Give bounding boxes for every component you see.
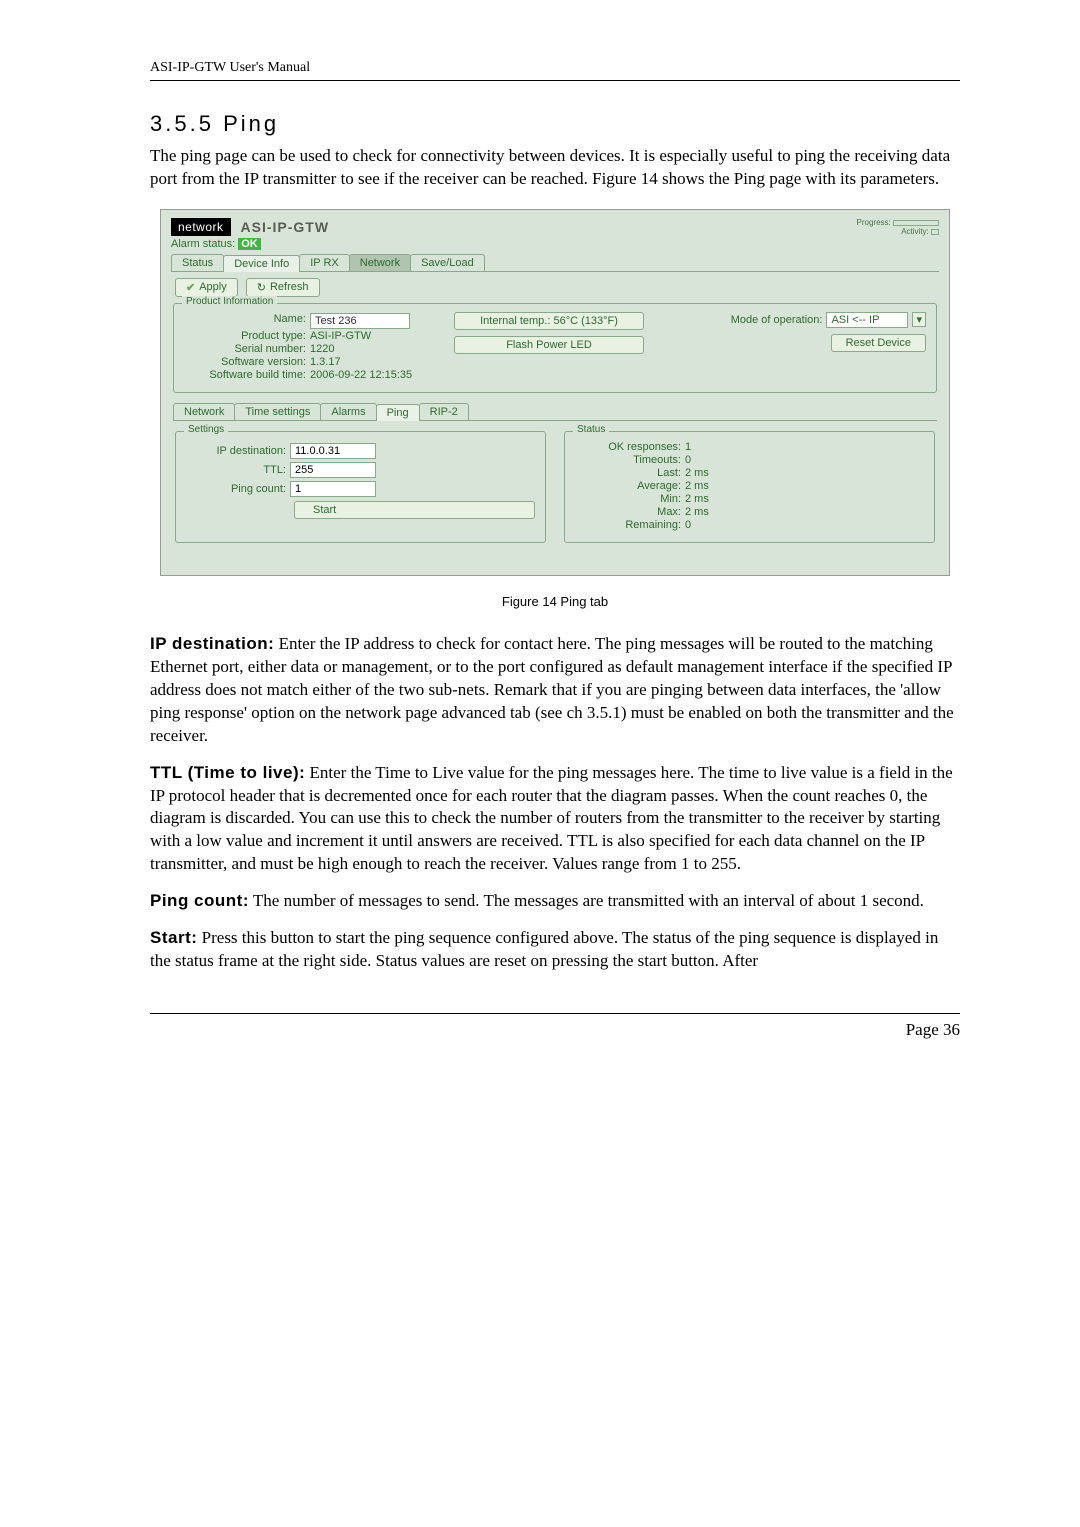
ok-responses-value: 1	[685, 441, 691, 453]
alarm-status: Alarm status: OK	[171, 238, 939, 250]
min-value: 2 ms	[685, 493, 709, 505]
avg-value: 2 ms	[685, 480, 709, 492]
doc-title: ASI-IP-GTW User's Manual	[150, 60, 310, 75]
product-info-fieldset: Product Information Name: Product type:A…	[173, 303, 937, 393]
flash-led-button[interactable]: Flash Power LED	[454, 336, 644, 354]
settings-fieldset: Settings IP destination: TTL: Ping count…	[175, 431, 546, 543]
status-fieldset: Status OK responses:1 Timeouts:0 Last:2 …	[564, 431, 935, 543]
max-value: 2 ms	[685, 506, 709, 518]
settings-legend: Settings	[184, 424, 228, 435]
activity-indicator	[931, 229, 939, 235]
timeouts-value: 0	[685, 454, 691, 466]
progress-activity: Progress: Activity:	[857, 218, 939, 236]
tab-ping[interactable]: Ping	[376, 404, 420, 421]
model-title: ASI-IP-GTW	[241, 219, 330, 235]
start-button[interactable]: Start	[294, 501, 535, 519]
mode-select[interactable]: ASI <-- IP	[826, 312, 908, 328]
ttl-input[interactable]	[290, 462, 376, 478]
reset-device-button[interactable]: Reset Device	[831, 334, 926, 352]
tab-alarms[interactable]: Alarms	[320, 403, 376, 420]
tab-saveload[interactable]: Save/Load	[410, 254, 485, 271]
serial-value: 1220	[310, 343, 334, 355]
apply-button[interactable]: ✔ Apply	[175, 278, 238, 297]
refresh-button[interactable]: ↻ Refresh	[246, 278, 320, 297]
product-type-value: ASI-IP-GTW	[310, 330, 371, 342]
tab-network[interactable]: Network	[349, 254, 411, 271]
last-value: 2 ms	[685, 467, 709, 479]
tab-device-info[interactable]: Device Info	[223, 255, 300, 272]
product-info-legend: Product Information	[182, 296, 277, 307]
section-heading: 3.5.5 Ping	[150, 111, 960, 137]
progress-bar	[893, 220, 939, 226]
internal-temp-button[interactable]: Internal temp.: 56°C (133°F)	[454, 312, 644, 330]
logo: network	[171, 218, 231, 236]
outer-tabs: Status Device Info IP RX Network Save/Lo…	[171, 254, 939, 272]
inner-tabs: Network Time settings Alarms Ping RIP-2	[173, 403, 937, 421]
chevron-down-icon[interactable]: ▾	[912, 312, 926, 327]
ttl-paragraph: TTL (Time to live): Enter the Time to Li…	[150, 762, 960, 877]
tab-inner-network[interactable]: Network	[173, 403, 235, 420]
figure-caption: Figure 14 Ping tab	[150, 594, 960, 609]
tab-iprx[interactable]: IP RX	[299, 254, 350, 271]
mode-row: Mode of operation: ASI <-- IP ▾	[731, 312, 926, 328]
tab-time-settings[interactable]: Time settings	[234, 403, 321, 420]
sw-version-value: 1.3.17	[310, 356, 341, 368]
remaining-value: 0	[685, 519, 691, 531]
intro-paragraph: The ping page can be used to check for c…	[150, 145, 960, 191]
ip-destination-input[interactable]	[290, 443, 376, 459]
tab-status[interactable]: Status	[171, 254, 224, 271]
status-legend: Status	[573, 424, 609, 435]
screenshot-panel: network ASI-IP-GTW Progress: Activity: A…	[160, 209, 950, 576]
ping-count-input[interactable]	[290, 481, 376, 497]
build-time-value: 2006-09-22 12:15:35	[310, 369, 412, 381]
alarm-badge: OK	[238, 238, 261, 250]
start-paragraph: Start: Press this button to start the pi…	[150, 927, 960, 973]
ping-count-paragraph: Ping count: The number of messages to se…	[150, 890, 960, 913]
ip-dest-paragraph: IP destination: Enter the IP address to …	[150, 633, 960, 748]
page-number: Page 36	[906, 1020, 960, 1039]
tab-rip2[interactable]: RIP-2	[419, 403, 469, 420]
name-input[interactable]	[310, 313, 410, 329]
refresh-icon: ↻	[257, 281, 266, 294]
doc-header: ASI-IP-GTW User's Manual	[150, 60, 960, 81]
check-icon: ✔	[186, 281, 195, 294]
page-footer: Page 36	[150, 1013, 960, 1040]
